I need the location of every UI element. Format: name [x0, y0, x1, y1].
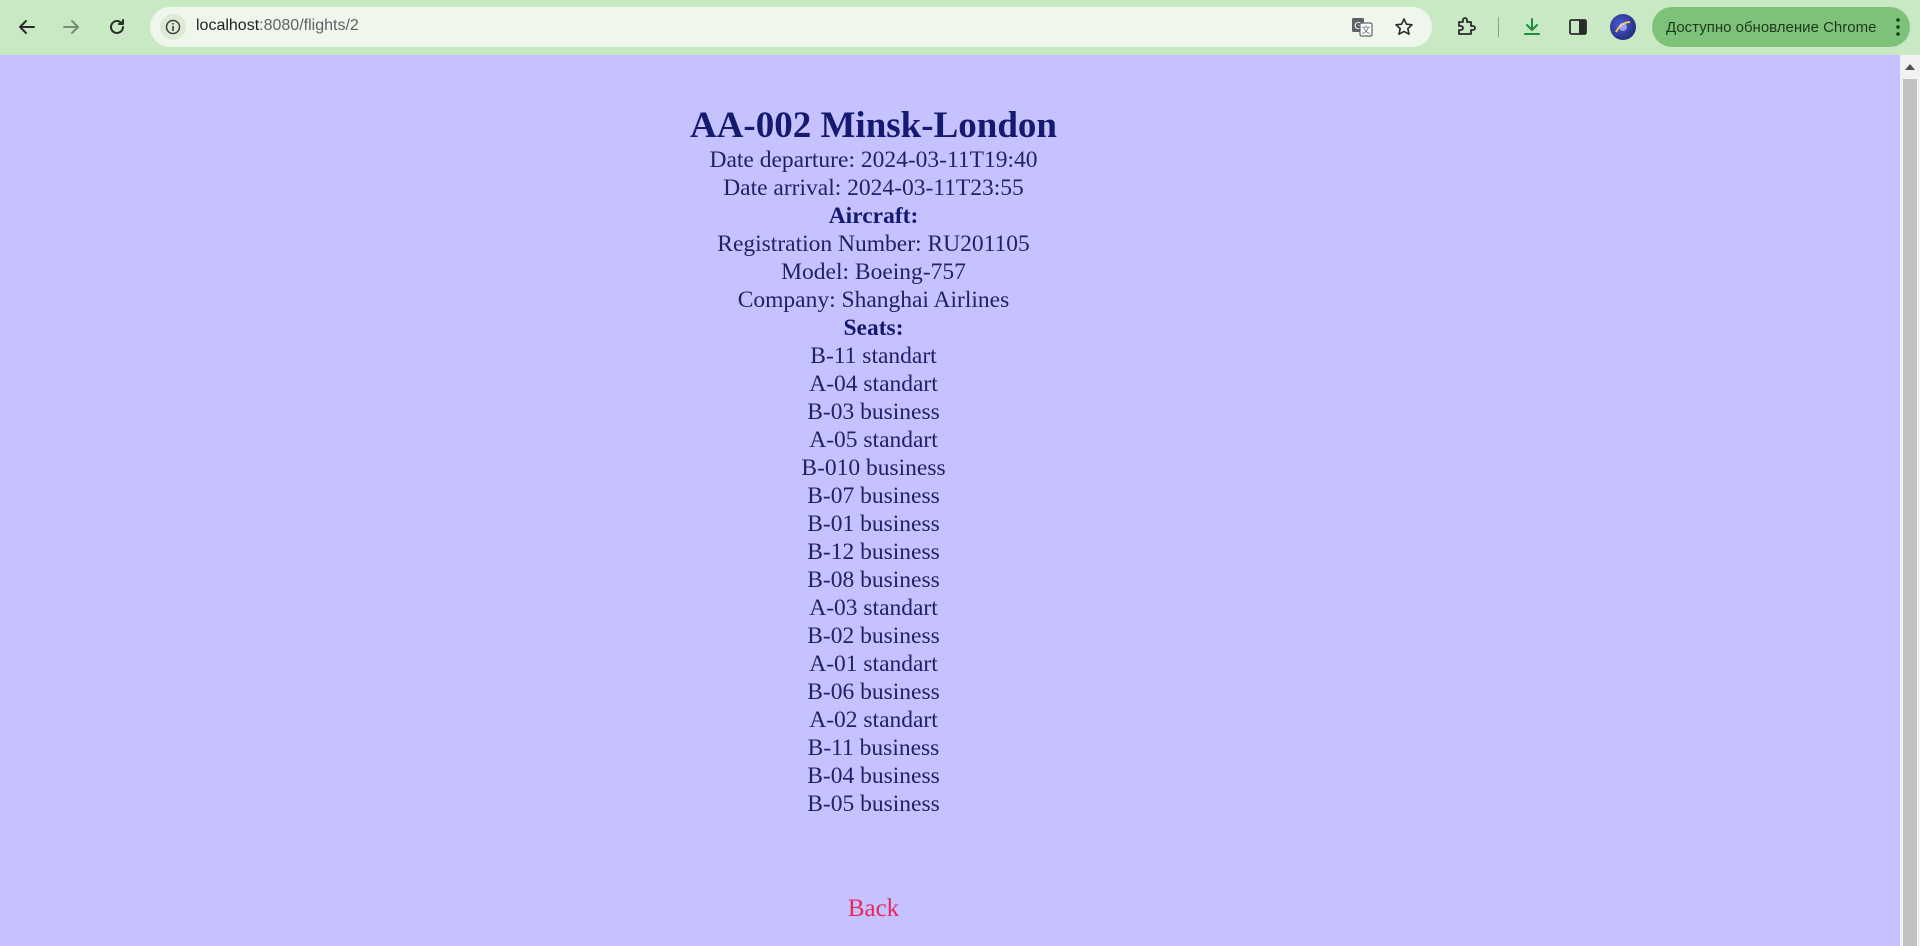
svg-text:文: 文 [1361, 24, 1370, 36]
download-icon[interactable] [1518, 13, 1546, 41]
seat-item: B-010 business [801, 455, 946, 481]
seat-item: A-01 standart [809, 651, 938, 677]
seats-heading: Seats: [843, 315, 904, 341]
aircraft-heading: Aircraft: [828, 203, 919, 229]
seat-item: B-06 business [807, 679, 940, 705]
seat-item: A-05 standart [809, 427, 938, 453]
more-menu-icon[interactable] [1896, 18, 1900, 36]
profile-avatar[interactable] [1610, 14, 1636, 40]
extensions-icon[interactable] [1452, 13, 1480, 41]
seat-item: A-03 standart [809, 595, 938, 621]
date-arrival: Date arrival: 2024-03-11T23:55 [723, 175, 1024, 201]
seat-item: B-04 business [807, 763, 940, 789]
seat-item: B-07 business [807, 483, 940, 509]
date-departure: Date departure: 2024-03-11T19:40 [709, 147, 1038, 173]
reload-icon[interactable] [102, 13, 132, 41]
seat-item: B-05 business [807, 791, 940, 817]
seat-item: B-08 business [807, 567, 940, 593]
seat-item: B-11 standart [810, 343, 937, 369]
seat-item: B-11 business [807, 735, 940, 761]
back-arrow-icon[interactable] [12, 13, 42, 41]
bookmark-star-icon[interactable] [1392, 15, 1416, 39]
forward-arrow-icon[interactable] [56, 13, 86, 41]
seat-item: A-02 standart [809, 707, 938, 733]
registration-number: Registration Number: RU201105 [717, 231, 1030, 257]
translate-icon[interactable]: G文 [1350, 15, 1374, 39]
site-info-icon[interactable] [160, 14, 186, 40]
chrome-update-button[interactable]: Доступно обновление Chrome [1652, 7, 1910, 47]
update-label: Доступно обновление Chrome [1666, 18, 1877, 36]
seat-item: B-02 business [807, 623, 940, 649]
seat-item: B-12 business [807, 539, 940, 565]
flight-details: AA-002 Minsk-London Date departure: 2024… [0, 55, 1747, 818]
back-link[interactable]: Back [848, 895, 899, 922]
seat-item: B-01 business [807, 511, 940, 537]
url-path: :8080/flights/2 [259, 17, 359, 34]
page-content: AA-002 Minsk-London Date departure: 2024… [0, 55, 1900, 946]
aircraft-model: Model: Boeing-757 [781, 259, 966, 285]
back-link-container: Back [0, 895, 1747, 923]
url-host: localhost [196, 17, 260, 34]
flight-title: AA-002 Minsk-London [689, 105, 1057, 146]
seat-item: A-04 standart [809, 371, 938, 397]
vertical-scrollbar[interactable] [1900, 55, 1920, 946]
scroll-thumb[interactable] [1903, 79, 1917, 946]
seat-item: B-03 business [807, 399, 940, 425]
toolbar-divider [1498, 17, 1499, 37]
scroll-up-arrow-icon[interactable] [1905, 64, 1915, 70]
side-panel-icon[interactable] [1564, 13, 1592, 41]
address-bar[interactable]: localhost:8080/flights/2 G文 [150, 7, 1432, 47]
url-text[interactable]: localhost:8080/flights/2 [196, 17, 359, 35]
seat-list: B-11 standart A-04 standart B-03 busines… [0, 342, 1747, 818]
browser-toolbar: localhost:8080/flights/2 G文 Доступно обн… [0, 0, 1920, 55]
airline-company: Company: Shanghai Airlines [737, 287, 1010, 313]
